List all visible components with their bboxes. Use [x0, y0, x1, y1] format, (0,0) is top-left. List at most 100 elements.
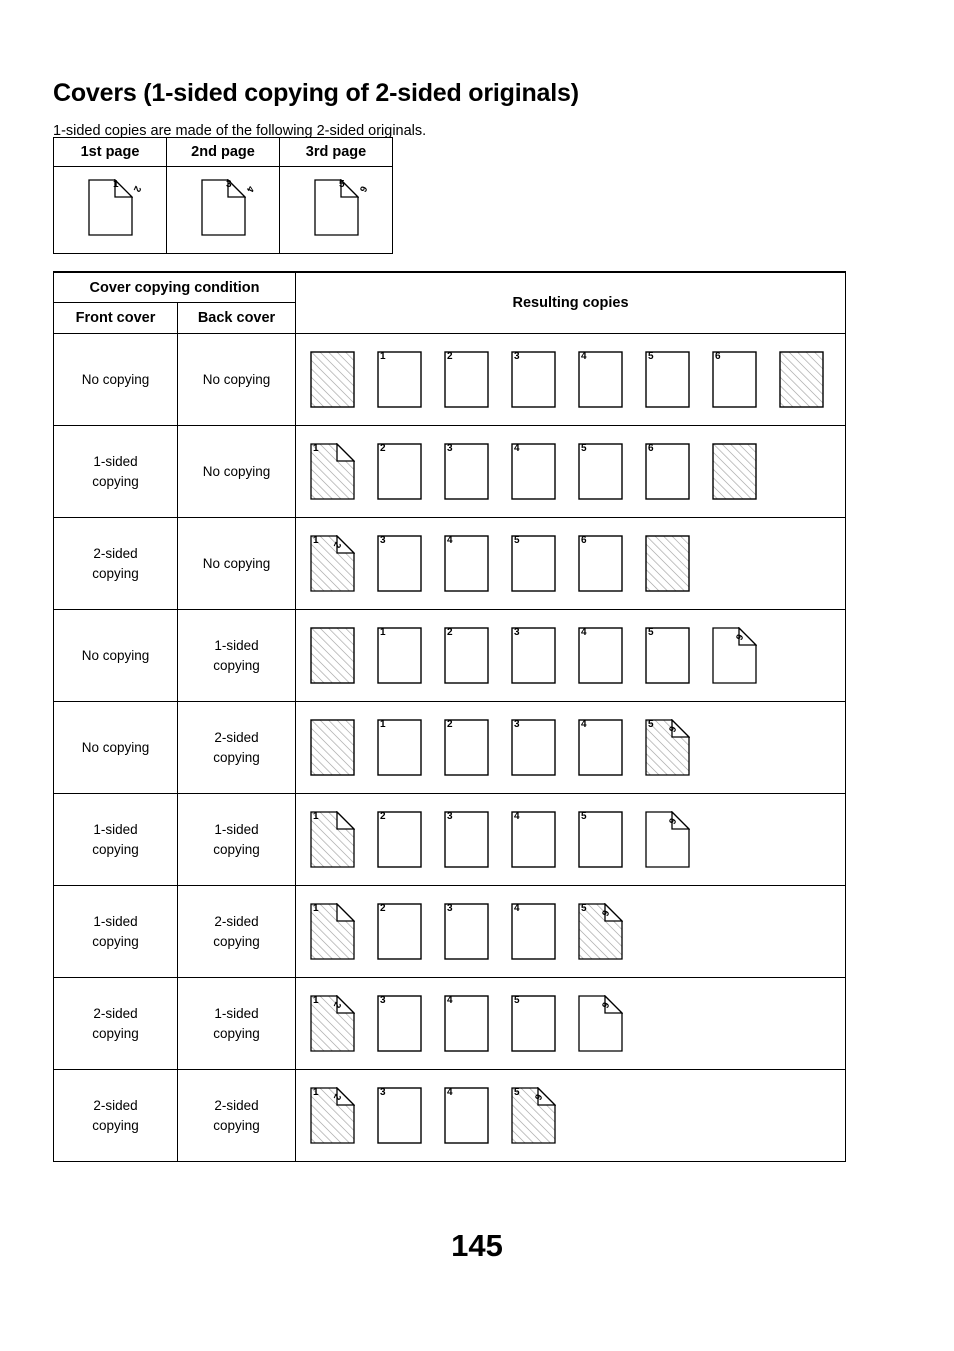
sheet-front-number: 3: [380, 535, 386, 546]
sheet-front-number: 5: [514, 535, 520, 546]
sheet-front-number: 5: [581, 443, 587, 454]
sheet-back-number: 2: [130, 184, 143, 194]
page-sheet-icon: [645, 535, 690, 592]
page-sheet-icon: [310, 627, 355, 684]
page-sheet-icon: 3: [511, 627, 556, 684]
page-sheet-icon: 4: [578, 351, 623, 408]
table-row: 1-sided copying No copying 1 2 3 4 5 6: [53, 425, 847, 518]
sheet-front-number: 1: [313, 995, 319, 1006]
sheet-front-number: 1: [313, 443, 319, 454]
originals-sheet-row: 12 34 56: [53, 166, 393, 254]
sheet-front-number: 1: [380, 719, 386, 730]
page-sheet-icon: 4: [511, 443, 556, 500]
page-sheet-folded-icon: 34: [200, 179, 256, 236]
resulting-copies-cell: 123456: [295, 425, 847, 518]
front-cover-condition: 1-sided copying: [53, 793, 178, 886]
sheet-front-number: 2: [447, 719, 453, 730]
page-sheet-icon: 5: [578, 811, 623, 868]
sheet-front-number: 3: [226, 179, 232, 190]
page-sheet-folded-icon: 56: [511, 1087, 557, 1144]
page-sheet-icon: 6: [578, 535, 623, 592]
page-sheet-icon: 3: [511, 719, 556, 776]
table-row: No copying 2-sided copying 1 2 3 4 5 6: [53, 701, 847, 794]
cover-conditions-body: No copying No copying 1 2 3 4 5 6 1-sided copying…: [53, 333, 847, 1162]
back-cover-condition: 1-sided copying: [176, 609, 297, 702]
page-sheet-folded-icon: 6: [578, 995, 624, 1052]
page-sheet-icon: 2: [377, 903, 422, 960]
page-sheet-icon: 6: [712, 351, 757, 408]
back-cover-condition: 1-sided copying: [176, 793, 297, 886]
page-sheet-folded-icon: 56: [313, 179, 369, 236]
page-sheet-icon: 5: [511, 995, 556, 1052]
page-sheet-folded-icon: 12: [310, 995, 356, 1052]
sheet-front-number: 4: [581, 351, 587, 362]
page-sheet-icon: 4: [511, 811, 556, 868]
originals-table: 1st page 2nd page 3rd page 12 34 56: [53, 137, 393, 254]
front-cover-condition: 1-sided copying: [53, 425, 178, 518]
resulting-copies-cell: 123456: [295, 517, 847, 610]
front-cover-condition: No copying: [53, 333, 178, 426]
page-sheet-icon: 4: [444, 995, 489, 1052]
page-sheet-icon: 2: [444, 719, 489, 776]
sheet-front-number: 5: [514, 1087, 520, 1098]
page-sheet-folded-icon: 56: [578, 903, 624, 960]
header-front-cover: Front cover: [53, 302, 178, 334]
sheet-front-number: 1: [313, 903, 319, 914]
resulting-copies-cell: 123456: [295, 1069, 847, 1162]
page-sheet-folded-icon: 1: [310, 811, 356, 868]
page-sheet-icon: 5: [511, 535, 556, 592]
resulting-copies-strip: 123456: [310, 1070, 845, 1161]
page-sheet-folded-icon: 56: [645, 719, 691, 776]
resulting-copies-cell: 123456: [295, 333, 847, 426]
page-sheet-folded-icon: 12: [87, 179, 143, 236]
header-resulting-copies: Resulting copies: [295, 271, 847, 334]
resulting-copies-cell: 123456: [295, 793, 847, 886]
page-sheet-icon: 3: [377, 1087, 422, 1144]
sheet-icon-slot: 56: [313, 179, 369, 236]
sheet-front-number: 4: [581, 627, 587, 638]
page-sheet-icon: 3: [377, 995, 422, 1052]
sheet-front-number: 2: [380, 811, 386, 822]
page-sheet-icon: 2: [444, 627, 489, 684]
sheet-front-number: 4: [514, 903, 520, 914]
resulting-copies-cell: 1 23 4 56: [295, 885, 847, 978]
originals-header-1st-page: 1st page: [53, 137, 167, 167]
page-sheet-icon: 1: [377, 719, 422, 776]
page-sheet-icon: 4: [511, 903, 556, 960]
back-cover-condition: No copying: [176, 333, 297, 426]
main-header-row-1: Cover copying condition Resulting copies: [52, 271, 847, 334]
page-sheet-icon: 1: [377, 351, 422, 408]
sheet-icon-slot: 12: [87, 179, 143, 236]
table-row: No copying 1-sided copying 1 2 3 4 5 6: [53, 609, 847, 702]
table-row: 2-sided copying 2-sided copying 1 2 3 4 5 6: [53, 1069, 847, 1162]
page-sheet-icon: 4: [578, 627, 623, 684]
sheet-front-number: 5: [581, 903, 587, 914]
sheet-back-number: 4: [243, 184, 256, 194]
sheet-front-number: 6: [581, 535, 587, 546]
sheet-back-number: 6: [356, 184, 369, 194]
back-cover-condition: No copying: [176, 517, 297, 610]
sheet-front-number: 2: [380, 443, 386, 454]
header-cover-copying-condition: Cover copying condition: [52, 271, 297, 303]
page-sheet-icon: 2: [444, 351, 489, 408]
originals-cell-2nd-page: 34: [166, 166, 280, 254]
originals-header-3rd-page: 3rd page: [279, 137, 393, 167]
page-sheet-icon: 5: [578, 443, 623, 500]
front-cover-condition: 2-sided copying: [53, 1069, 178, 1162]
page-sheet-icon: 3: [377, 535, 422, 592]
document-page: Covers (1-sided copying of 2-sided origi…: [0, 0, 954, 1351]
back-cover-condition: 2-sided copying: [176, 1069, 297, 1162]
table-row: No copying No copying 1 2 3 4 5 6: [53, 333, 847, 426]
originals-cell-3rd-page: 56: [279, 166, 393, 254]
originals-header-row: 1st page 2nd page 3rd page: [53, 137, 393, 167]
page-title: Covers (1-sided copying of 2-sided origi…: [53, 78, 579, 107]
sheet-front-number: 5: [648, 627, 654, 638]
front-cover-condition: 1-sided copying: [53, 885, 178, 978]
sheet-front-number: 4: [581, 719, 587, 730]
resulting-copies-strip: 123456: [310, 794, 845, 885]
sheet-front-number: 5: [648, 719, 654, 730]
table-row: 1-sided copying 2-sided copying 1 2 3 4 5 6: [53, 885, 847, 978]
page-sheet-folded-icon: 12: [310, 1087, 356, 1144]
page-sheet-icon: 3: [444, 903, 489, 960]
sheet-front-number: 1: [113, 179, 119, 190]
